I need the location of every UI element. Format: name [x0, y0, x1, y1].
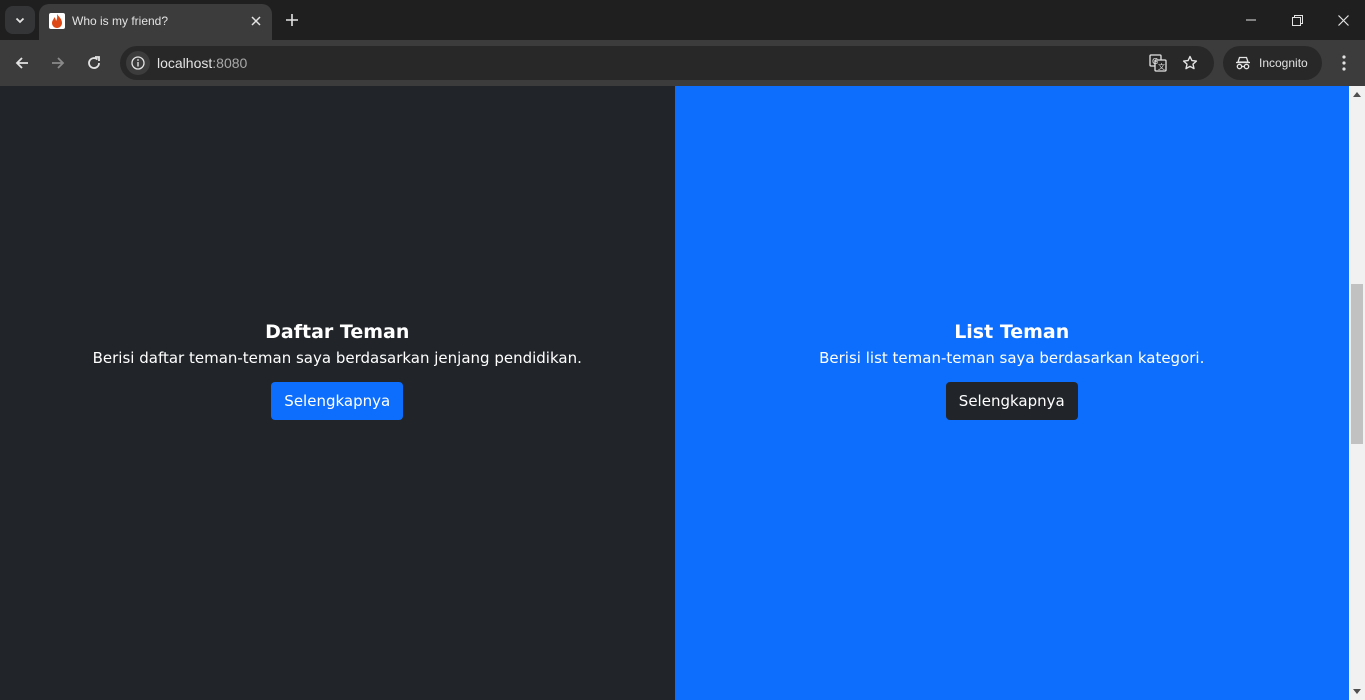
right-panel-more-button[interactable]: Selengkapnya: [945, 381, 1078, 420]
tab-search-button[interactable]: [5, 6, 35, 34]
incognito-label: Incognito: [1259, 56, 1308, 70]
minimize-icon: [1246, 19, 1256, 21]
left-panel: Daftar Teman Berisi daftar teman-teman s…: [0, 86, 675, 700]
left-panel-title: Daftar Teman: [265, 320, 410, 343]
restore-button[interactable]: [1274, 0, 1320, 40]
scroll-up-arrow[interactable]: [1349, 86, 1365, 102]
triangle-up-icon: [1353, 92, 1361, 97]
left-panel-more-button[interactable]: Selengkapnya: [271, 381, 404, 420]
right-panel-description: Berisi list teman-teman saya berdasarkan…: [819, 348, 1205, 367]
url-host: localhost: [157, 55, 213, 71]
reload-button[interactable]: [80, 49, 108, 77]
active-tab[interactable]: Who is my friend?: [39, 4, 272, 40]
url-text[interactable]: localhost:8080: [157, 55, 247, 71]
tab-strip: Who is my friend?: [0, 0, 1365, 40]
incognito-indicator[interactable]: Incognito: [1223, 46, 1322, 80]
browser-toolbar: localhost:8080 G文 Incognito: [0, 40, 1365, 86]
tab-close-icon[interactable]: [247, 12, 265, 30]
minimize-button[interactable]: [1228, 0, 1274, 40]
back-button[interactable]: [8, 49, 36, 77]
new-tab-button[interactable]: [280, 8, 304, 32]
tab-title: Who is my friend?: [72, 14, 169, 28]
chevron-down-icon: [15, 17, 25, 24]
browser-menu-button[interactable]: [1331, 49, 1357, 77]
arrow-right-icon: [52, 57, 65, 69]
translate-icon[interactable]: G文: [1148, 53, 1168, 73]
arrow-left-icon: [15, 57, 28, 69]
scroll-down-arrow[interactable]: [1349, 684, 1365, 700]
bookmark-star-icon[interactable]: [1180, 53, 1200, 73]
plus-icon: [286, 14, 298, 26]
codeigniter-flame-icon: [49, 13, 65, 29]
close-window-button[interactable]: [1320, 0, 1365, 40]
right-panel: List Teman Berisi list teman-teman saya …: [674, 86, 1349, 700]
page-content: Daftar Teman Berisi daftar teman-teman s…: [0, 86, 1349, 700]
more-vertical-icon: [1342, 55, 1346, 71]
info-icon: [131, 56, 145, 70]
url-port: :8080: [212, 55, 248, 71]
restore-icon: [1291, 14, 1303, 26]
incognito-icon: [1236, 56, 1250, 70]
close-icon: [1337, 14, 1349, 26]
scrollbar-thumb[interactable]: [1351, 284, 1363, 444]
svg-text:文: 文: [1158, 62, 1165, 71]
forward-button[interactable]: [44, 49, 72, 77]
right-panel-title: List Teman: [954, 320, 1070, 343]
vertical-scrollbar[interactable]: [1349, 86, 1365, 700]
left-panel-description: Berisi daftar teman-teman saya berdasark…: [92, 348, 582, 367]
triangle-down-icon: [1353, 689, 1361, 694]
reload-icon: [88, 56, 100, 69]
site-info-button[interactable]: [126, 51, 150, 75]
address-bar[interactable]: localhost:8080 G文: [120, 46, 1214, 80]
